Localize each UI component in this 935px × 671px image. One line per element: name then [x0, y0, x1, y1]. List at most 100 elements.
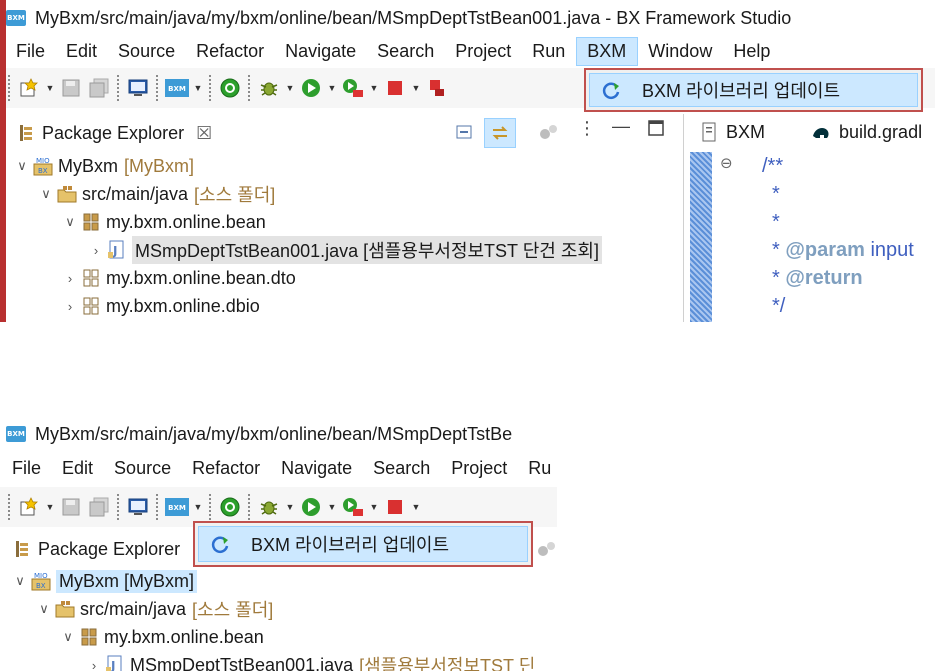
- menu-refactor[interactable]: Refactor: [182, 455, 271, 482]
- tree-item-source-folder[interactable]: ∨ src/main/java [소스 폴더]: [36, 595, 273, 623]
- menu-search[interactable]: Search: [363, 455, 441, 482]
- menu-project[interactable]: Project: [441, 455, 518, 482]
- new-wizard-icon[interactable]: [15, 493, 43, 521]
- bxm-library-update-label: BXM 라이브러리 업데이트: [251, 535, 450, 555]
- link-with-editor-icon[interactable]: [484, 118, 516, 148]
- save-all-icon[interactable]: [85, 493, 113, 521]
- menu-window[interactable]: Window: [638, 38, 723, 65]
- window-title: MyBxm/src/main/java/my/bxm/online/bean/M…: [35, 423, 513, 444]
- chevron-down-icon[interactable]: ▼: [367, 493, 381, 521]
- chevron-down-icon[interactable]: ∨: [38, 186, 54, 202]
- close-view-icon[interactable]: ☒: [196, 123, 212, 144]
- javadoc-tag-param: @param: [785, 239, 865, 261]
- tree-item-project[interactable]: ∨ MIO BX MyBxm [MyBxm]: [14, 152, 194, 180]
- menu-bxm[interactable]: BXM: [576, 36, 639, 66]
- chevron-down-icon[interactable]: ▼: [191, 74, 205, 102]
- minimize-icon[interactable]: —: [612, 116, 630, 137]
- tree-item-java-file[interactable]: › J MSmpDeptTstBean001.java [샘플용부서정보TST …: [88, 236, 602, 264]
- collapse-all-icon[interactable]: [452, 120, 478, 146]
- save-all-icon[interactable]: [85, 74, 113, 102]
- menu-source[interactable]: Source: [108, 38, 186, 65]
- stop-icon[interactable]: [381, 493, 409, 521]
- editor-tab-gradle[interactable]: build.gradl: [839, 122, 922, 143]
- package-explorer-icon: [20, 125, 32, 141]
- chevron-down-icon[interactable]: ▼: [325, 74, 339, 102]
- package-explorer-title[interactable]: Package Explorer: [38, 539, 180, 560]
- menu-source[interactable]: Source: [104, 455, 182, 482]
- package-explorer-title[interactable]: Package Explorer: [42, 123, 184, 144]
- tree-item-package-bean[interactable]: ∨ my.bxm.online.bean: [62, 208, 266, 236]
- menu-search[interactable]: Search: [367, 38, 445, 65]
- bxm-library-update-item[interactable]: BXM 라이브러리 업데이트: [198, 526, 528, 562]
- chevron-down-icon[interactable]: ▼: [283, 493, 297, 521]
- chevron-down-icon[interactable]: ∨: [60, 629, 76, 645]
- chevron-right-icon[interactable]: ›: [62, 271, 78, 286]
- menu-file[interactable]: File: [6, 38, 56, 65]
- console-icon[interactable]: [124, 74, 152, 102]
- overview-ruler: [690, 152, 712, 322]
- tree-item-project[interactable]: ∨ MIO BX MyBxm [MyBxm]: [12, 567, 198, 595]
- chevron-right-icon[interactable]: ›: [62, 299, 78, 314]
- editor-tab-bxm[interactable]: BXM: [726, 122, 765, 143]
- stop-icon[interactable]: [381, 74, 409, 102]
- menu-refactor[interactable]: Refactor: [186, 38, 275, 65]
- menu-run[interactable]: Run: [522, 38, 576, 65]
- tree-item-java-file[interactable]: › J MSmpDeptTstBean001.java [샘플용부서정보TST …: [86, 651, 535, 671]
- tree-item-package-dbio[interactable]: › my.bxm.online.dbio: [62, 292, 260, 320]
- bxm-library-update-item[interactable]: BXM 라이브러리 업데이트: [589, 73, 918, 107]
- chevron-down-icon[interactable]: ▼: [191, 493, 205, 521]
- menu-file[interactable]: File: [2, 455, 52, 482]
- menu-navigate[interactable]: Navigate: [275, 38, 367, 65]
- server-start-icon[interactable]: [216, 74, 244, 102]
- run-icon[interactable]: [297, 74, 325, 102]
- run-external-icon[interactable]: [339, 74, 367, 102]
- tree-item-source-folder[interactable]: ∨ src/main/java [소스 폴더]: [38, 180, 275, 208]
- server-start-icon[interactable]: [216, 493, 244, 521]
- bxm-tool-icon[interactable]: BXM: [163, 74, 191, 102]
- menu-project[interactable]: Project: [445, 38, 522, 65]
- view-menu-icon[interactable]: ⋮: [578, 118, 596, 139]
- debug-icon[interactable]: [255, 74, 283, 102]
- chevron-right-icon[interactable]: ›: [88, 243, 104, 258]
- chevron-down-icon[interactable]: ▼: [43, 74, 57, 102]
- menu-edit[interactable]: Edit: [52, 455, 104, 482]
- debug-icon[interactable]: [255, 493, 283, 521]
- chevron-down-icon[interactable]: ▼: [43, 493, 57, 521]
- code-line-2: *: [772, 183, 780, 205]
- menu-help[interactable]: Help: [723, 38, 781, 65]
- bxm-menu-dropdown: BXM 라이브러리 업데이트: [584, 68, 923, 112]
- package-icon: [80, 212, 102, 232]
- menu-navigate[interactable]: Navigate: [271, 455, 363, 482]
- svg-text:BXM: BXM: [168, 85, 186, 93]
- tree-item-package-bean[interactable]: ∨ my.bxm.online.bean: [60, 623, 264, 651]
- menu-run[interactable]: Ru: [518, 455, 557, 482]
- focus-icon[interactable]: [538, 122, 560, 142]
- menu-edit[interactable]: Edit: [56, 38, 108, 65]
- toolbar-separator: [209, 494, 212, 520]
- chevron-right-icon[interactable]: ›: [86, 658, 102, 671]
- maximize-icon[interactable]: [648, 120, 664, 136]
- chevron-down-icon[interactable]: ▼: [409, 74, 423, 102]
- run-icon[interactable]: [297, 493, 325, 521]
- chevron-down-icon[interactable]: ∨: [14, 158, 30, 174]
- chevron-down-icon[interactable]: ∨: [12, 573, 28, 589]
- new-wizard-icon[interactable]: [15, 74, 43, 102]
- chevron-down-icon[interactable]: ▼: [283, 74, 297, 102]
- source-folder-label: src/main/java: [80, 598, 187, 619]
- package-bean-label: my.bxm.online.bean: [104, 626, 264, 647]
- focus-icon[interactable]: [536, 539, 557, 559]
- save-icon[interactable]: [57, 74, 85, 102]
- fold-collapse-icon[interactable]: ⊖: [720, 154, 733, 172]
- chevron-down-icon[interactable]: ▼: [325, 493, 339, 521]
- chevron-down-icon[interactable]: ∨: [62, 214, 78, 230]
- chevron-down-icon[interactable]: ▼: [409, 493, 423, 521]
- java-file-icon: J: [106, 240, 128, 260]
- chevron-down-icon[interactable]: ∨: [36, 601, 52, 617]
- build-stop-icon[interactable]: [423, 74, 451, 102]
- run-external-icon[interactable]: [339, 493, 367, 521]
- bxm-tool-icon[interactable]: BXM: [163, 493, 191, 521]
- tree-item-package-dto[interactable]: › my.bxm.online.bean.dto: [62, 264, 296, 292]
- console-icon[interactable]: [124, 493, 152, 521]
- save-icon[interactable]: [57, 493, 85, 521]
- chevron-down-icon[interactable]: ▼: [367, 74, 381, 102]
